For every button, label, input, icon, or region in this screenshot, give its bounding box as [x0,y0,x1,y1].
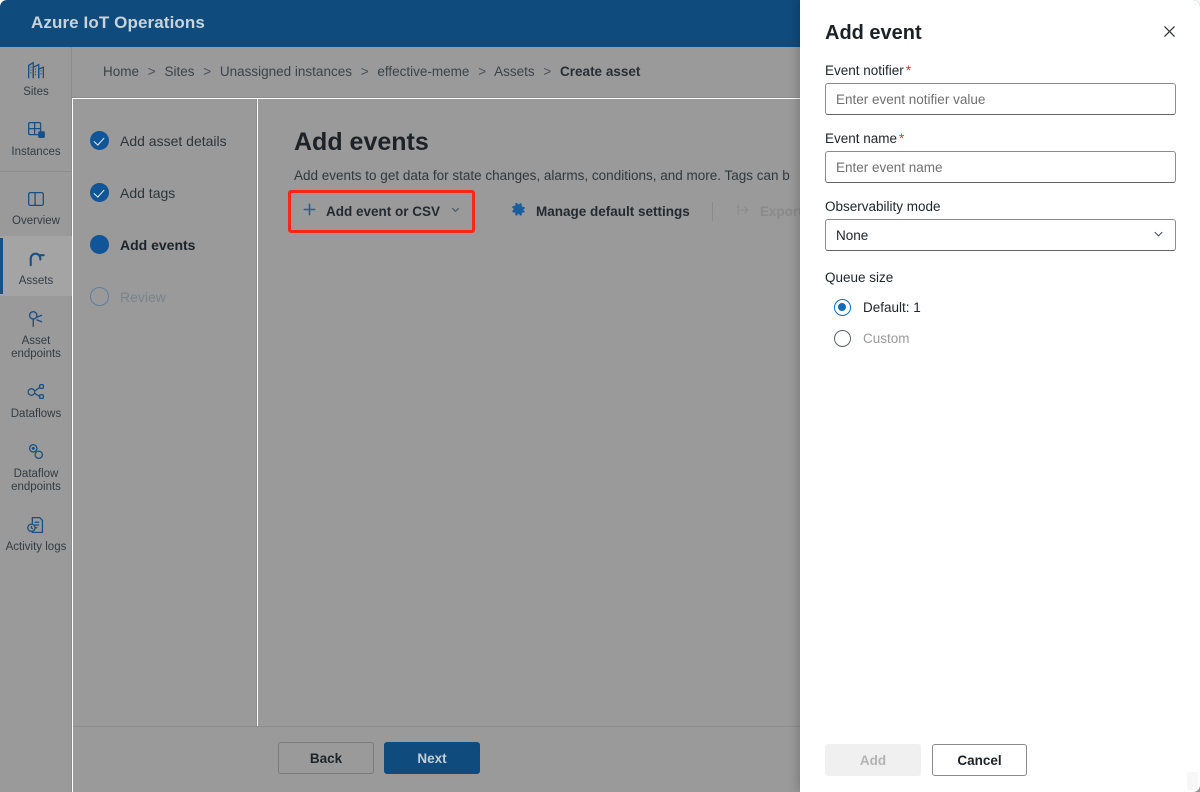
breadcrumb-item-instance[interactable]: effective-meme [377,64,469,79]
content-toolbar: Add event or CSV Manage default settings… [288,195,828,227]
wizard-step-label: Add tags [120,184,176,201]
breadcrumb: Home > Sites > Unassigned instances > ef… [103,64,640,79]
breadcrumb-item-assets[interactable]: Assets [494,64,535,79]
dataflow-endpoints-icon [2,439,70,465]
chevron-down-icon [1152,220,1165,252]
breadcrumb-item-sites[interactable]: Sites [164,64,194,79]
sidebar-item-label: Dataflow endpoints [11,468,61,493]
observability-mode-value: None [836,227,869,243]
sidebar-item-sites[interactable]: Sites [0,47,72,107]
sidebar-item-label: Overview [12,215,60,227]
sidebar-item-activity-logs[interactable]: Activity logs [0,502,72,562]
queue-size-option-custom[interactable]: Custom [825,323,1176,354]
manage-default-settings-label: Manage default settings [536,203,690,219]
rail-divider [0,171,71,172]
sidebar-item-label: Activity logs [5,541,67,553]
page-description: Add events to get data for state changes… [294,168,790,183]
step-active-icon [90,235,109,254]
cancel-button[interactable]: Cancel [932,744,1027,776]
wizard-step-add-events[interactable]: Add events [90,235,195,254]
breadcrumb-current: Create asset [560,64,641,79]
app-title: Azure IoT Operations [31,13,205,32]
sidebar-item-label: Sites [23,86,49,98]
wizard-step-list: Add asset details Add tags Add events Re… [73,99,257,726]
chevron-down-icon [450,204,461,218]
sidebar-item-instances[interactable]: Instances [0,107,72,167]
breadcrumb-separator: > [478,64,487,79]
breadcrumb-item-home[interactable]: Home [103,64,139,79]
breadcrumb-separator: > [203,64,212,79]
close-icon[interactable] [1153,18,1185,50]
overview-icon [2,186,70,212]
sites-icon [2,57,70,83]
gear-icon [511,202,527,221]
queue-size-option-label: Custom [863,331,910,346]
wizard-step-add-asset-details[interactable]: Add asset details [90,131,227,150]
activity-logs-icon [2,512,70,538]
sidebar-item-label: Instances [11,146,61,158]
radio-unselected-icon [834,330,851,347]
event-notifier-input[interactable] [825,83,1176,115]
queue-size-option-default[interactable]: Default: 1 [825,292,1176,323]
instances-icon [2,117,70,143]
left-nav-rail: Sites Instances Overview Assets Asset en… [0,47,72,792]
required-asterisk: * [899,131,905,146]
radio-selected-icon [834,299,851,316]
assets-icon [2,246,70,272]
sidebar-item-asset-endpoints[interactable]: Asset endpoints [0,296,72,369]
back-button[interactable]: Back [278,742,374,774]
panel-footer: Add Cancel [825,744,1027,776]
wizard-step-add-tags[interactable]: Add tags [90,183,175,202]
event-name-label-text: Event name [825,131,898,146]
event-notifier-label: Event notifier * [825,63,1176,78]
step-check-icon [90,131,109,150]
breadcrumb-separator: > [543,64,552,79]
observability-mode-label: Observability mode [825,199,941,214]
application-window: Azure IoT Operations Sites Instances Ove… [0,0,1200,792]
event-notifier-field: Event notifier * [825,63,1176,115]
observability-mode-field: Observability mode None [825,199,1176,251]
add-button[interactable]: Add [825,744,921,776]
add-event-or-csv-label: Add event or CSV [326,203,441,219]
queue-size-label: Queue size [825,270,894,285]
event-name-input[interactable] [825,151,1176,183]
wizard-step-label: Add events [120,236,196,253]
plus-icon [302,202,317,220]
event-notifier-label-text: Event notifier [825,63,904,78]
panel-title: Add event [825,22,922,44]
wizard-step-label: Review [120,288,166,305]
asset-endpoints-icon [2,306,70,332]
event-name-field: Event name * [825,131,1176,183]
step-pending-icon [90,287,109,306]
observability-mode-select[interactable]: None [825,219,1176,251]
sidebar-item-label: Assets [18,275,54,287]
sidebar-item-label: Dataflows [10,408,62,420]
wizard-step-review[interactable]: Review [90,287,166,306]
add-event-panel: Add event Event notifier* Event name* Ob… [800,0,1200,792]
breadcrumb-separator: > [360,64,369,79]
queue-size-radio-group: Default: 1 Custom [825,292,1176,354]
wizard-step-label: Add asset details [120,132,227,149]
sidebar-item-overview[interactable]: Overview [0,176,72,236]
dataflows-icon [2,379,70,405]
toolbar-divider [711,201,713,221]
sidebar-item-assets[interactable]: Assets [0,236,72,296]
breadcrumb-separator: > [147,64,156,79]
panel-scrollbar[interactable] [1187,772,1198,790]
next-button[interactable]: Next [384,742,480,774]
add-event-or-csv-button[interactable]: Add event or CSV [288,195,475,227]
required-asterisk: * [905,63,912,78]
breadcrumb-item-unassigned-instances[interactable]: Unassigned instances [220,64,352,79]
queue-size-option-label: Default: 1 [863,300,921,315]
manage-default-settings-button[interactable]: Manage default settings [497,195,704,227]
sidebar-item-dataflow-endpoints[interactable]: Dataflow endpoints [0,429,72,502]
sidebar-item-dataflows[interactable]: Dataflows [0,369,72,429]
step-check-icon [90,183,109,202]
sidebar-item-label: Asset endpoints [11,335,61,360]
event-name-label: Event name * [825,131,1176,146]
queue-size-field: Queue size Default: 1 Custom [825,270,1176,354]
page-title: Add events [294,128,429,156]
export-icon [735,202,751,221]
